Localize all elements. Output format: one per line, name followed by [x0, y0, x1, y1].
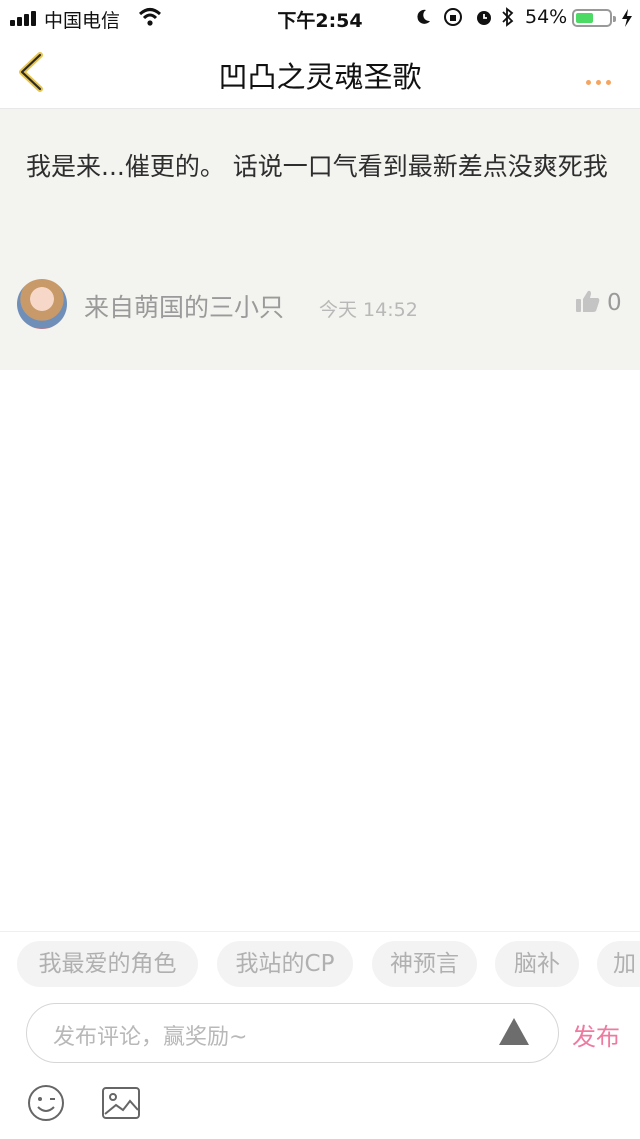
thumbs-up-icon[interactable]: [575, 289, 601, 313]
rotation-lock-icon: [444, 8, 462, 26]
emoji-icon[interactable]: [27, 1084, 65, 1122]
tag-chip[interactable]: 加: [597, 941, 640, 987]
comment-timestamp: 今天 14:52: [319, 299, 418, 321]
comment-username[interactable]: 来自萌国的三小只: [84, 288, 284, 324]
comment-text: 我是来...催更的。 话说一口气看到最新差点没爽死我: [26, 152, 608, 181]
status-bar: 中国电信 下午2:54 54%: [0, 0, 640, 36]
avatar[interactable]: [17, 279, 67, 329]
tag-bar: 我最爱的角色 我站的CP 神预言 脑补 加: [0, 931, 640, 996]
battery-icon: [572, 9, 616, 27]
tag-chip[interactable]: 我最爱的角色: [17, 941, 198, 987]
moon-icon: [417, 9, 430, 24]
more-dots-icon[interactable]: [586, 70, 616, 89]
alarm-icon: [477, 11, 491, 25]
publish-button[interactable]: 发布: [572, 1017, 620, 1052]
battery-percent: 54%: [525, 6, 568, 28]
tag-chip[interactable]: 脑补: [495, 941, 579, 987]
image-icon[interactable]: [101, 1086, 141, 1120]
triangle-icon[interactable]: [499, 1018, 529, 1045]
tag-chip[interactable]: 我站的CP: [217, 941, 353, 987]
tag-chip[interactable]: 神预言: [372, 941, 477, 987]
comment-card: 我是来...催更的。 话说一口气看到最新差点没爽死我 来自萌国的三小只 今天 1…: [0, 109, 640, 370]
bluetooth-icon: [502, 7, 514, 27]
comment-input-placeholder: 发布评论，赢奖励~: [53, 1025, 248, 1050]
like-count: 0: [607, 290, 622, 316]
page-title: 凹凸之灵魂圣歌: [218, 60, 422, 94]
nav-bar: 凹凸之灵魂圣歌: [0, 36, 640, 109]
comment-input[interactable]: 发布评论，赢奖励~: [26, 1003, 559, 1063]
charging-icon: [622, 9, 632, 27]
